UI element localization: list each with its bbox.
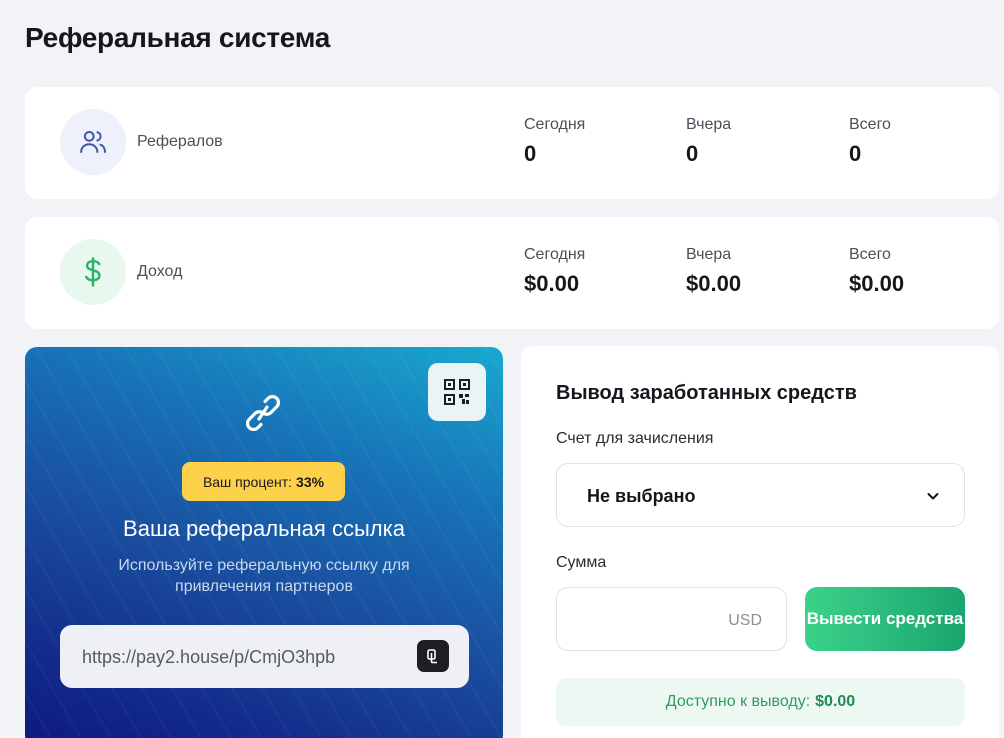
amount-field[interactable]: USD xyxy=(556,587,787,651)
income-today: Сегодня $0.00 xyxy=(524,246,585,297)
referrals-yesterday-label: Вчера xyxy=(686,116,732,133)
withdraw-title: Вывод заработанных средств xyxy=(556,382,857,404)
referrals-yesterday-value: 0 xyxy=(686,141,699,166)
income-yesterday-label: Вчера xyxy=(686,246,732,263)
available-balance: Доступно к выводу: $0.00 xyxy=(556,678,965,726)
referral-link-title: Ваша реферальная ссылка xyxy=(123,516,405,541)
income-total-label: Всего xyxy=(849,246,891,263)
referrals-total: Всего 0 xyxy=(849,116,891,167)
users-icon xyxy=(60,109,126,175)
link-icon xyxy=(245,393,281,433)
referrals-today-label: Сегодня xyxy=(524,116,586,133)
percent-badge: Ваш процент: 33% xyxy=(182,462,345,501)
referrals-total-value: 0 xyxy=(849,141,862,166)
referral-link-card: Ваш процент: 33% Ваша реферальная ссылка… xyxy=(25,347,503,738)
copy-icon xyxy=(427,649,437,664)
income-card: Доход Сегодня $0.00 Вчера $0.00 Всего $0… xyxy=(25,217,999,329)
referrals-yesterday: Вчера 0 xyxy=(686,116,731,167)
referral-url[interactable]: https://pay2.house/p/CmjO3hpb xyxy=(82,647,335,668)
account-select[interactable]: Не выбрано xyxy=(556,463,965,527)
amount-label: Сумма xyxy=(556,554,607,571)
income-total-value: $0.00 xyxy=(849,271,905,296)
income-yesterday-value: $0.00 xyxy=(686,271,742,296)
currency-label: USD xyxy=(728,612,762,629)
income-label: Доход xyxy=(137,263,183,280)
referral-link-description: Используйте реферальную ссылку для привл… xyxy=(118,557,410,595)
referrals-today: Сегодня 0 xyxy=(524,116,585,167)
referrals-today-value: 0 xyxy=(524,141,537,166)
income-today-value: $0.00 xyxy=(524,271,580,296)
percent-value: 33% xyxy=(296,473,325,490)
amount-input[interactable] xyxy=(571,606,721,634)
withdraw-button[interactable]: Вывести средства xyxy=(805,587,965,651)
page-title: Реферальная система xyxy=(25,22,331,53)
withdraw-card: Вывод заработанных средств Счет для зачи… xyxy=(521,346,999,738)
account-label: Счет для зачисления xyxy=(556,430,714,447)
qr-code-icon xyxy=(444,379,470,405)
chevron-down-icon xyxy=(927,493,939,500)
income-today-label: Сегодня xyxy=(524,246,586,263)
percent-label: Ваш процент: xyxy=(202,473,293,490)
account-selected-value: Не выбрано xyxy=(587,486,696,506)
qr-code-button[interactable] xyxy=(428,363,486,421)
referral-url-field[interactable]: https://pay2.house/p/CmjO3hpb xyxy=(60,625,469,688)
available-label: Доступно к выводу: xyxy=(665,693,811,710)
dollar-icon xyxy=(60,239,126,305)
income-total: Всего $0.00 xyxy=(849,246,904,297)
referrals-total-label: Всего xyxy=(849,116,891,133)
available-value: $0.00 xyxy=(815,693,856,710)
copy-button[interactable] xyxy=(417,640,449,672)
referrals-card: Рефералов Сегодня 0 Вчера 0 Всего 0 xyxy=(25,87,999,199)
referrals-label: Рефералов xyxy=(137,133,223,150)
income-yesterday: Вчера $0.00 xyxy=(686,246,741,297)
